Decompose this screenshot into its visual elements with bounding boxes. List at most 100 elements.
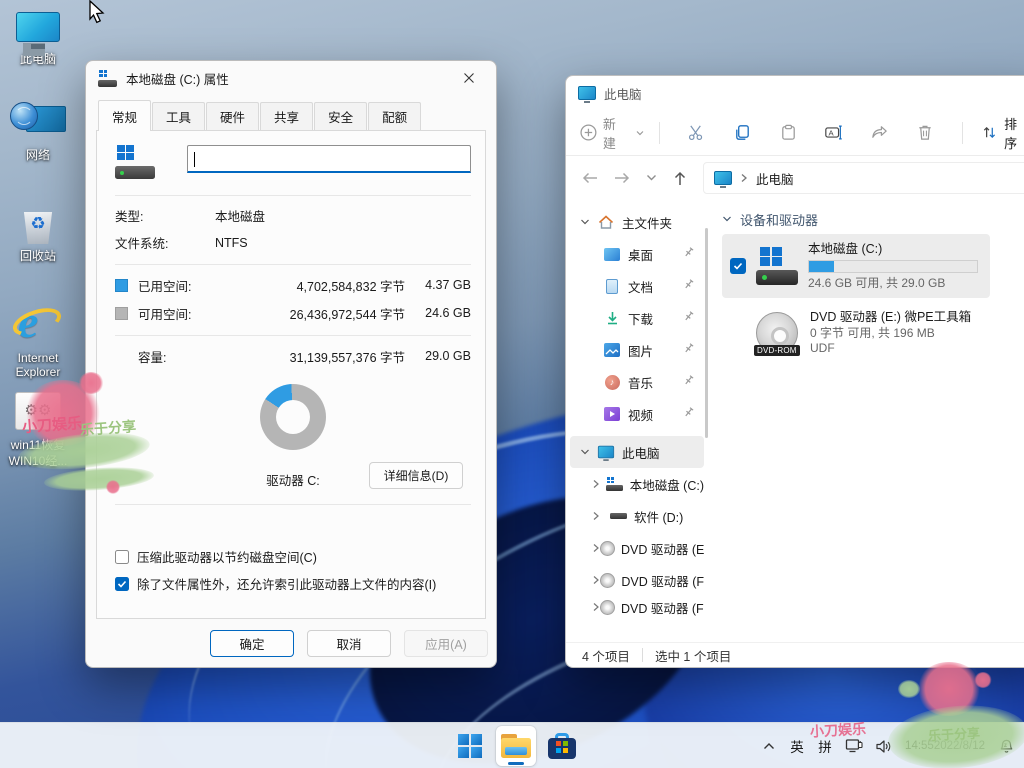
desktop-icon-this-pc[interactable]: 此电脑: [0, 12, 76, 66]
free-space-swatch: [115, 307, 128, 320]
sidebar-item-this-pc[interactable]: 此电脑: [570, 436, 704, 468]
sidebar-item-dvd-g[interactable]: DVD 驱动器 (F:): [570, 596, 704, 618]
start-button[interactable]: [450, 726, 490, 766]
network-status-icon[interactable]: [840, 726, 868, 766]
item-checkbox-checked[interactable]: [730, 258, 746, 274]
chevron-down-icon: [580, 448, 596, 456]
share-button[interactable]: [857, 123, 903, 142]
divider: [115, 195, 471, 196]
desktop-icon-win11-restore[interactable]: ⚙⚙ win11恢复 WIN10经...: [0, 392, 76, 468]
paste-button[interactable]: [765, 123, 811, 142]
sidebar-item-downloads[interactable]: 下载: [570, 302, 704, 334]
sidebar-item-dvd-e[interactable]: DVD 驱动器 (E: [570, 532, 704, 564]
sidebar-item-home[interactable]: 主文件夹: [570, 206, 704, 238]
section-devices-and-drives[interactable]: 设备和驱动器: [722, 204, 1024, 234]
explorer-content: 设备和驱动器 本地磁盘 (C:) 24.6 GB 可用, 共 29.0 GB D…: [708, 200, 1024, 642]
pictures-icon: [602, 343, 622, 357]
desktop-icon-network[interactable]: 网络: [0, 102, 76, 162]
back-button[interactable]: [582, 171, 598, 185]
sidebar-item-documents[interactable]: 文档: [570, 270, 704, 302]
drive-icon: [98, 70, 118, 87]
taskbar-clock[interactable]: 14:55 2022/8/12: [899, 726, 991, 766]
taskbar-store-button[interactable]: [542, 726, 582, 766]
checkbox-unchecked[interactable]: [115, 550, 129, 564]
address-bar[interactable]: 此电脑: [703, 162, 1024, 194]
sidebar-item-drive-c[interactable]: 本地磁盘 (C:): [570, 468, 704, 500]
tab-hardware[interactable]: 硬件: [206, 102, 259, 131]
details-button[interactable]: 详细信息(D): [369, 462, 463, 489]
copy-icon: [733, 123, 752, 142]
explorer-titlebar[interactable]: 此电脑: [566, 76, 1024, 110]
compress-checkbox-row[interactable]: 压缩此驱动器以节约磁盘空间(C): [115, 543, 471, 570]
taskbar: 英 拼 14:55 2022/8/12 z: [0, 722, 1024, 768]
used-space-swatch: [115, 279, 128, 292]
capacity-bytes: 31,139,557,376 字节: [255, 347, 405, 366]
sidebar-item-label: 下载: [628, 309, 653, 328]
free-space-bytes: 26,436,972,544 字节: [255, 304, 405, 323]
tab-security[interactable]: 安全: [314, 102, 367, 131]
volume-icon[interactable]: [870, 726, 897, 766]
sort-button[interactable]: 排序: [981, 114, 1024, 152]
sidebar-item-videos[interactable]: 视频: [570, 398, 704, 430]
sidebar-item-pictures[interactable]: 图片: [570, 334, 704, 366]
dvd-rom-icon: DVD-ROM: [754, 310, 802, 356]
ime-english-indicator[interactable]: 英: [784, 726, 810, 766]
close-button[interactable]: [452, 65, 486, 91]
pin-icon: [684, 247, 694, 261]
drive-info: 0 字节 可用, 共 196 MB: [810, 326, 982, 341]
desktop-icon-recycle-bin[interactable]: ♻ 回收站: [0, 206, 76, 263]
capacity-swatch-spacer: [115, 350, 128, 363]
dialog-titlebar[interactable]: 本地磁盘 (C:) 属性: [86, 61, 496, 95]
rename-button[interactable]: A: [811, 123, 857, 142]
tab-quota[interactable]: 配额: [368, 102, 421, 131]
chevron-right-icon: [592, 543, 600, 553]
drive-name-input[interactable]: [187, 145, 471, 173]
cut-button[interactable]: [674, 123, 720, 142]
taskbar-center: [450, 723, 582, 768]
drive-info: 24.6 GB 可用, 共 29.0 GB: [808, 276, 982, 291]
sidebar-item-label: 主文件夹: [622, 213, 672, 232]
sidebar-item-dvd-f[interactable]: DVD 驱动器 (F: [570, 564, 704, 596]
recent-locations-button[interactable]: [646, 174, 657, 182]
sidebar-item-music[interactable]: ♪ 音乐: [570, 366, 704, 398]
sidebar-item-label: 视频: [628, 405, 653, 424]
tab-tools[interactable]: 工具: [152, 102, 205, 131]
sidebar-item-label: 音乐: [628, 373, 653, 392]
copy-button[interactable]: [719, 123, 765, 142]
ime-pinyin-indicator[interactable]: 拼: [812, 726, 838, 766]
apply-button[interactable]: 应用(A): [404, 630, 488, 657]
ok-button[interactable]: 确定: [210, 630, 294, 657]
desktop-icon-label: 网络: [0, 148, 76, 162]
properties-dialog: 本地磁盘 (C:) 属性 常规 工具 硬件 共享 安全 配额 类型: 本地磁盘: [85, 60, 497, 668]
breadcrumb[interactable]: 此电脑: [756, 169, 794, 188]
sidebar-item-drive-d[interactable]: 软件 (D:): [570, 500, 704, 532]
tray-overflow-button[interactable]: [756, 726, 782, 766]
taskbar-file-explorer-button[interactable]: [496, 726, 536, 766]
forward-button[interactable]: [614, 171, 630, 185]
cancel-button[interactable]: 取消: [307, 630, 391, 657]
notification-bell-button[interactable]: z: [993, 726, 1020, 766]
desktop-icon-internet-explorer[interactable]: e Internet Explorer: [0, 296, 76, 379]
chevron-down-icon: [580, 218, 596, 226]
drive-item-c[interactable]: 本地磁盘 (C:) 24.6 GB 可用, 共 29.0 GB: [722, 234, 990, 298]
explorer-body: 主文件夹 桌面 文档 下载: [566, 200, 1024, 642]
sidebar-item-label: 此电脑: [622, 443, 660, 462]
delete-button[interactable]: [903, 123, 949, 142]
up-button[interactable]: [673, 171, 687, 186]
tab-general[interactable]: 常规: [98, 100, 151, 131]
drive-item-dvd-e[interactable]: DVD-ROM DVD 驱动器 (E:) 微PE工具箱 0 字节 可用, 共 1…: [722, 302, 990, 363]
free-space-label: 可用空间:: [138, 304, 255, 323]
sidebar-item-label: DVD 驱动器 (F: [621, 571, 704, 590]
download-icon: [602, 311, 622, 325]
drive-icon: [606, 477, 624, 491]
sidebar-item-desktop[interactable]: 桌面: [570, 238, 704, 270]
tab-sharing[interactable]: 共享: [260, 102, 313, 131]
sort-arrows-icon: [981, 124, 998, 141]
compress-checkbox-label: 压缩此驱动器以节约磁盘空间(C): [137, 547, 317, 566]
index-checkbox-row[interactable]: 除了文件属性外，还允许索引此驱动器上文件的内容(I): [115, 570, 471, 597]
new-button[interactable]: 新建: [580, 114, 645, 152]
toolbar-separator: [659, 122, 660, 144]
checkbox-checked[interactable]: [115, 577, 129, 591]
share-icon: [870, 123, 889, 142]
chevron-down-icon: [635, 128, 645, 138]
